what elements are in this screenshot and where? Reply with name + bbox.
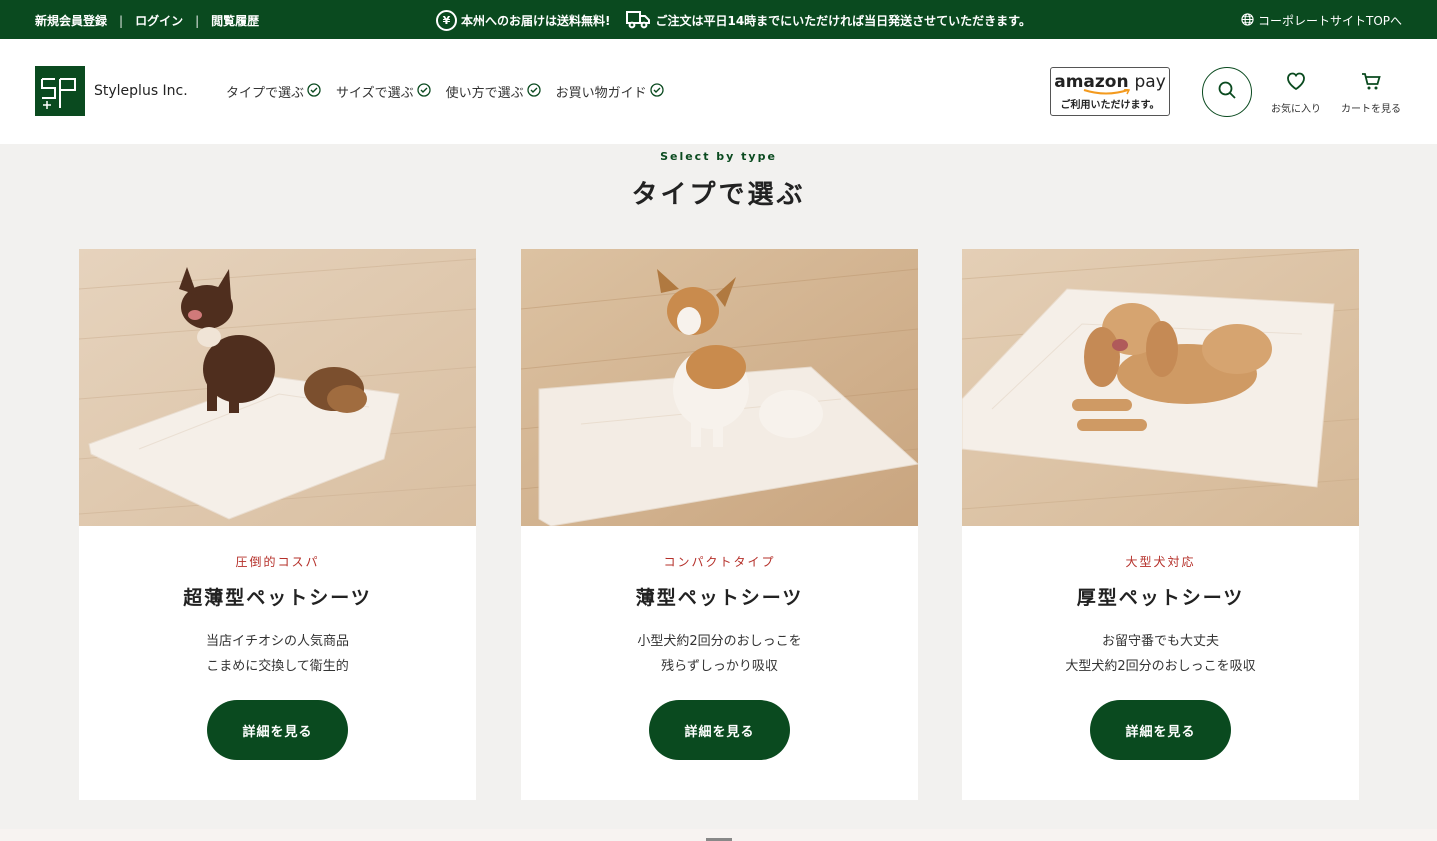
card-title: 超薄型ペットシーツ [183,587,372,609]
logo-text: Styleplus Inc. [94,83,188,99]
card-tag: 圧倒的コスパ [235,555,320,569]
card-description: お留守番でも大丈夫 大型犬約2回分のおしっこを吸収 [962,629,1359,679]
amazon-pay-word: pay [1134,71,1166,92]
details-button[interactable]: 詳細を見る [1090,700,1231,760]
history-link[interactable]: 閲覧履歴 [211,12,259,29]
nav-size[interactable]: サイズで選ぶ [336,82,431,101]
nav-label: お買い物ガイド [555,86,647,101]
card-desc-line: 小型犬約2回分のおしっこを [637,634,802,649]
top-bar: 新規会員登録 | ログイン | 閲覧履歴 ¥ 本州へのお届けは送料無料! ご注文… [0,0,1437,39]
logo-mark [35,66,85,116]
corporate-link[interactable]: コーポレートサイトTOPへ [1258,12,1402,29]
separator: | [195,13,200,28]
card-tag: 大型犬対応 [1125,555,1196,569]
nav-label: サイズで選ぶ [336,86,414,101]
section-title: タイプで選ぶ [631,180,806,210]
favorites-link[interactable]: お気に入り [1267,71,1325,115]
section-subtitle: Select by type [660,150,777,163]
login-link[interactable]: ログイン [135,12,183,29]
card-description: 小型犬約2回分のおしっこを 残らずしっかり吸収 [521,629,918,679]
product-image-cocker-spaniel[interactable] [962,249,1359,526]
account-links: 新規会員登録 | ログイン | 閲覧履歴 [35,12,259,29]
nav-guide[interactable]: お買い物ガイド [556,82,664,101]
shipping-notice: ¥ 本州へのお届けは送料無料! ご注文は平日14時までにいただければ当日発送させ… [436,9,1046,32]
product-image-chihuahua-light[interactable] [521,249,918,526]
truck-icon [625,9,651,32]
card-desc-line: 残らずしっかり吸収 [661,659,778,674]
free-shipping-text: 本州へのお届けは送料無料! [461,14,611,28]
details-button[interactable]: 詳細を見る [207,700,348,760]
product-card-thin: コンパクトタイプ 薄型ペットシーツ 小型犬約2回分のおしっこを 残らずしっかり吸… [521,249,918,800]
cart-label: カートを見る [1341,104,1401,115]
main-nav: タイプで選ぶ サイズで選ぶ 使い方で選ぶ お買い物ガイド [226,82,679,101]
product-image-chihuahua-dark[interactable] [79,249,476,526]
same-day-notice: ご注文は平日14時までにいただければ当日発送させていただきます。 [625,9,1031,32]
details-button[interactable]: 詳細を見る [649,700,790,760]
amazon-pay-sub: ご利用いただけます。 [1060,99,1160,111]
check-circle-icon [650,82,664,101]
product-card-thick: 大型犬対応 厚型ペットシーツ お留守番でも大丈夫 大型犬約2回分のおしっこを吸収… [962,249,1359,800]
card-title: 薄型ペットシーツ [635,587,804,609]
nav-label: 使い方で選ぶ [445,86,524,101]
check-circle-icon [307,82,321,101]
check-circle-icon [416,82,431,101]
card-body: 圧倒的コスパ 超薄型ペットシーツ 当店イチオシの人気商品 こまめに交換して衛生的… [79,553,476,760]
site-header: Styleplus Inc. タイプで選ぶ サイズで選ぶ 使い方で選ぶ お買い物… [0,39,1437,144]
card-body: 大型犬対応 厚型ペットシーツ お留守番でも大丈夫 大型犬約2回分のおしっこを吸収… [962,553,1359,760]
corporate-link-wrap: コーポレートサイトTOPへ [1241,12,1402,29]
cart-link[interactable]: カートを見る [1338,71,1404,115]
nav-usage[interactable]: 使い方で選ぶ [446,82,541,101]
product-card-ultra-thin: 圧倒的コスパ 超薄型ペットシーツ 当店イチオシの人気商品 こまめに交換して衛生的… [79,249,476,800]
separator: | [119,13,124,28]
site-logo[interactable]: Styleplus Inc. [35,66,188,116]
card-description: 当店イチオシの人気商品 こまめに交換して衛生的 [79,629,476,679]
search-button[interactable] [1202,67,1252,117]
card-desc-line: 大型犬約2回分のおしっこを吸収 [1065,659,1256,674]
card-desc-line: こまめに交換して衛生的 [206,659,349,674]
heart-icon [1285,71,1307,94]
favorites-label: お気に入り [1271,104,1321,115]
card-tag: コンパクトタイプ [663,555,776,569]
card-body: コンパクトタイプ 薄型ペットシーツ 小型犬約2回分のおしっこを 残らずしっかり吸… [521,553,918,760]
card-title: 厚型ペットシーツ [1076,587,1245,609]
check-circle-icon [527,82,541,101]
register-link[interactable]: 新規会員登録 [35,12,107,29]
search-icon [1217,80,1237,104]
amazon-smile-icon [1083,88,1131,94]
yen-icon: ¥ [436,10,457,31]
amazon-pay-badge: amazon pay ご利用いただけます。 [1050,67,1170,116]
free-shipping-notice: ¥ 本州へのお届けは送料無料! [436,10,610,31]
cart-icon [1360,71,1382,94]
card-desc-line: 当店イチオシの人気商品 [205,634,349,649]
nav-type[interactable]: タイプで選ぶ [226,82,321,101]
nav-label: タイプで選ぶ [226,86,305,101]
same-day-text: ご注文は平日14時までにいただければ当日発送させていただきます。 [655,14,1031,28]
globe-icon [1241,12,1254,29]
card-desc-line: お留守番でも大丈夫 [1101,634,1219,649]
